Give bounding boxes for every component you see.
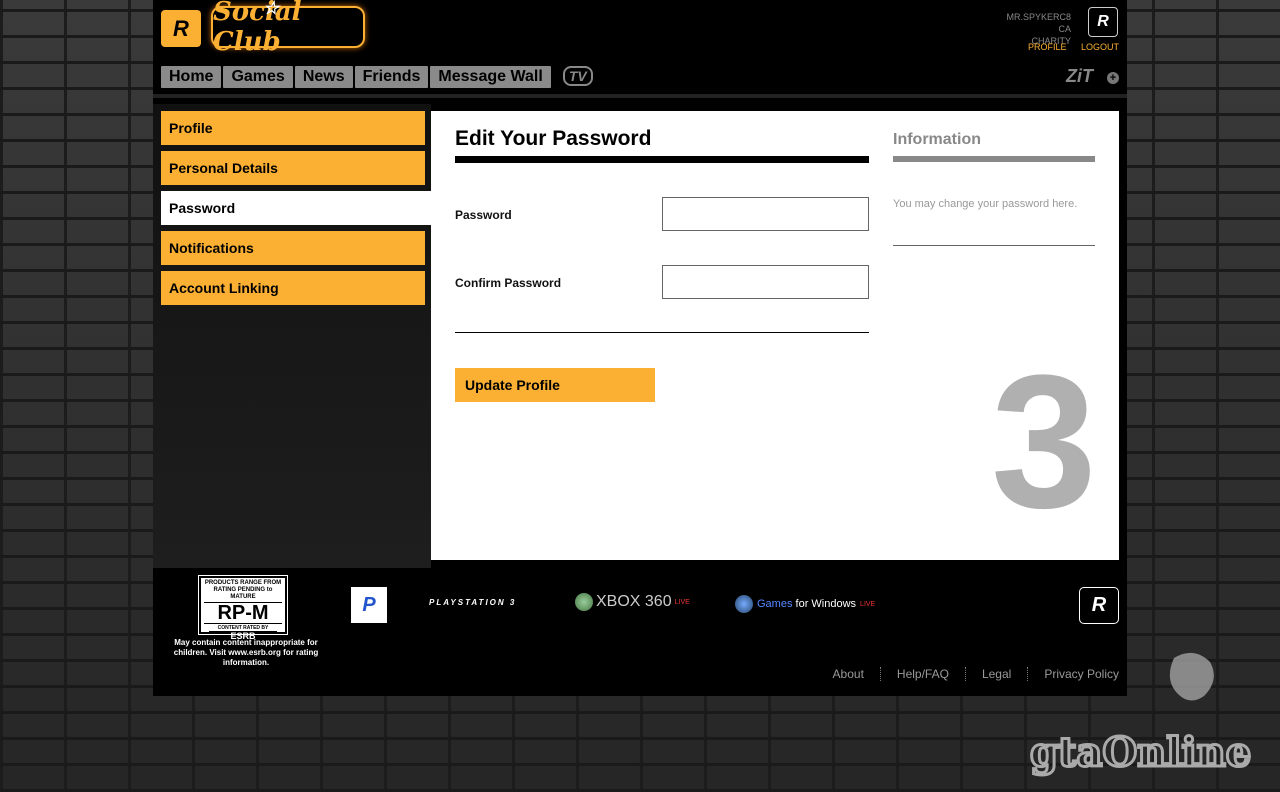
user-region: CA — [1058, 24, 1071, 34]
ps-symbol: P — [362, 593, 376, 616]
esrb-rating: RP-M — [204, 602, 282, 624]
sidebar-item-notifications[interactable]: Notifications — [161, 231, 425, 265]
nav-news[interactable]: News — [294, 66, 353, 88]
title-underline — [455, 156, 869, 163]
update-profile-button[interactable]: Update Profile — [455, 368, 655, 402]
esrb-rating-badge: PRODUCTS RANGE FROM RATING PENDING to MA… — [198, 575, 288, 641]
sidebar-item-password[interactable]: Password — [161, 191, 431, 225]
xbox-orb-icon — [575, 593, 593, 611]
confirm-password-label: Confirm Password — [455, 276, 562, 290]
confirm-password-input[interactable] — [662, 265, 869, 299]
rockstar-logo[interactable]: R — [161, 10, 201, 47]
xbox-live-label: LIVE — [674, 598, 690, 606]
page-title: Edit Your Password — [455, 127, 652, 150]
sidebar: Profile Personal Details Password Notifi… — [153, 104, 431, 568]
esrb-note: May contain content inappropriate for ch… — [173, 638, 319, 667]
footer-link-about[interactable]: About — [817, 667, 880, 681]
profile-link[interactable]: PROFILE — [1028, 42, 1067, 52]
info-underline — [893, 156, 1095, 162]
ps3-logo: PLAYSTATION 3 — [429, 598, 517, 607]
playstation-icon: P — [351, 587, 387, 623]
nav-friends[interactable]: Friends — [354, 66, 429, 88]
games-for-windows-logo: Games for Windows LIVE — [735, 595, 875, 613]
footer-link-legal[interactable]: Legal — [964, 667, 1027, 681]
password-label: Password — [455, 208, 512, 222]
main-content: Edit Your Password Password Confirm Pass… — [431, 111, 1119, 560]
social-club-brand: Social Club — [213, 0, 302, 57]
esrb-top-text: PRODUCTS RANGE FROM RATING PENDING to MA… — [204, 580, 282, 600]
form-divider — [455, 332, 869, 333]
user-links: PROFILE LOGOUT — [1016, 42, 1119, 52]
main-nav: Home Games News Friends Message Wall TV — [161, 66, 593, 88]
step-number: 3 — [991, 336, 1097, 548]
nav-home[interactable]: Home — [161, 66, 222, 88]
sidebar-item-account-linking[interactable]: Account Linking — [161, 271, 425, 305]
windows-orb-icon — [735, 595, 753, 613]
nav-divider — [153, 94, 1127, 98]
nav-message-wall[interactable]: Message Wall — [430, 66, 551, 88]
nav-games[interactable]: Games — [223, 66, 293, 88]
gfw-rest: for Windows — [792, 598, 857, 610]
gta-online-watermark: gtaOnline — [1029, 652, 1253, 778]
info-divider — [893, 245, 1095, 246]
user-avatar[interactable]: R — [1088, 7, 1118, 37]
sidebar-item-personal-details[interactable]: Personal Details — [161, 151, 425, 185]
tv-icon[interactable]: TV — [562, 66, 593, 86]
footer-link-help[interactable]: Help/FAQ — [879, 667, 965, 681]
info-title: Information — [893, 131, 981, 148]
star-icon: ☆ — [263, 0, 280, 19]
footer: PRODUCTS RANGE FROM RATING PENDING to MA… — [153, 568, 1127, 696]
xbox-live-logo: XBOX 360 LIVE — [575, 593, 690, 611]
social-club-logo[interactable]: ☆ Social Club — [211, 0, 365, 57]
fist-icon — [1169, 652, 1214, 701]
watermark-text: gtaOnline — [1030, 729, 1251, 776]
password-input[interactable] — [662, 197, 869, 231]
username: MR.SPYKERC8 — [1006, 12, 1071, 22]
gfw-live-label: LIVE — [860, 600, 876, 608]
page-container: R ☆ Social Club MR.SPYKERC8 CA CHARITY R… — [153, 0, 1127, 696]
gfw-games: Games — [757, 598, 793, 610]
info-text: You may change your password here. — [893, 198, 1078, 210]
plus-icon[interactable]: + — [1107, 72, 1119, 84]
logout-link[interactable]: LOGOUT — [1081, 42, 1119, 52]
sidebar-item-profile[interactable]: Profile — [161, 111, 425, 145]
xbox-label: XBOX 360 — [596, 593, 672, 610]
footer-rockstar-logo[interactable]: R — [1079, 587, 1119, 624]
zit-icon[interactable]: ZiT — [1066, 66, 1093, 87]
